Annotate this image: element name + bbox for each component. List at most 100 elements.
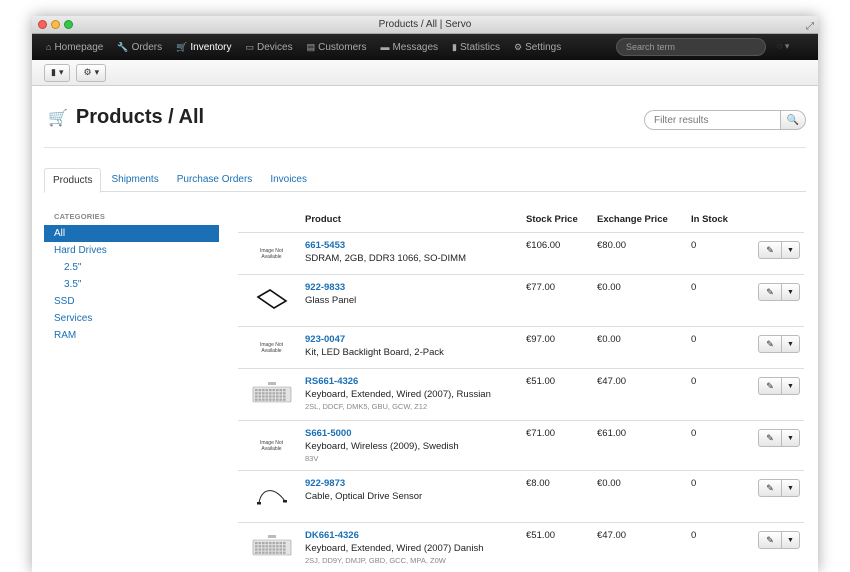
window-controls: [38, 20, 73, 29]
row-actions-cell: ✎ ▼: [753, 421, 804, 470]
nav-item-label: Settings: [525, 41, 562, 53]
gear-icon: ⚙: [514, 41, 523, 52]
close-window-button[interactable]: [38, 20, 47, 29]
product-sku-link[interactable]: 922-9873: [305, 477, 526, 490]
tab-shipments[interactable]: Shipments: [103, 168, 166, 191]
window-title: Products / All | Servo: [378, 19, 472, 30]
column-header-stock-price: Stock Price: [526, 214, 578, 225]
edit-product-button[interactable]: ✎: [758, 377, 782, 395]
product-description: Kit, LED Backlight Board, 2-Pack: [305, 347, 444, 358]
categories-header: CATEGORIES: [54, 212, 106, 221]
stock-price: €77.00: [526, 282, 556, 293]
product-sku-link[interactable]: 661-5453: [305, 239, 526, 252]
nav-item-label: Customers: [318, 41, 367, 53]
category-item[interactable]: 2.5": [44, 259, 219, 276]
table-row: Image Not Available 661-5453 SDRAM, 2GB, D…: [238, 233, 804, 275]
row-actions-dropdown-button[interactable]: ▼: [782, 479, 800, 497]
table-body: Image Not Available 661-5453 SDRAM, 2GB, D…: [238, 233, 804, 572]
tab-invoices[interactable]: Invoices: [262, 168, 315, 191]
product-sku-link[interactable]: 923-0047: [305, 333, 526, 346]
row-actions-dropdown-button[interactable]: ▼: [782, 429, 800, 447]
nav-item-inventory[interactable]: 🛒 Inventory: [176, 42, 231, 53]
row-actions-dropdown-button[interactable]: ▼: [782, 283, 800, 301]
in-stock-count: 0: [691, 478, 697, 489]
row-actions: ✎ ▼: [758, 335, 800, 353]
nav-item-homepage[interactable]: ⌂ Homepage: [46, 42, 103, 53]
global-search-input[interactable]: [616, 38, 766, 56]
exchange-price: €47.00: [597, 530, 627, 541]
filter-results-input[interactable]: [644, 110, 780, 130]
row-actions-dropdown-button[interactable]: ▼: [782, 241, 800, 259]
edit-product-button[interactable]: ✎: [758, 335, 782, 353]
product-sku-link[interactable]: RS661-4326: [305, 375, 526, 388]
row-actions-dropdown-button[interactable]: ▼: [782, 531, 800, 549]
table-row: Image Not Available 923-0047 Kit, LED Back…: [238, 327, 804, 369]
book-icon: ▤: [306, 41, 316, 52]
user-menu-icon[interactable]: ◌ ▾: [777, 41, 789, 52]
tab-purchase-orders[interactable]: Purchase Orders: [169, 168, 261, 191]
zoom-window-button[interactable]: [64, 20, 73, 29]
nav-item-customers[interactable]: ▤ Customers: [307, 42, 367, 53]
row-actions-cell: ✎ ▼: [753, 523, 804, 572]
edit-product-button[interactable]: ✎: [758, 241, 782, 259]
settings-dropdown-button[interactable]: ⚙ ▾: [76, 63, 107, 82]
category-item[interactable]: SSD: [44, 293, 219, 310]
edit-product-button[interactable]: ✎: [758, 283, 782, 301]
edit-product-button[interactable]: ✎: [758, 479, 782, 497]
nav-items: ⌂ Homepage 🔧 Orders 🛒 Inventory ▭ Devices ▤ Custo…: [46, 42, 575, 53]
toolbar: ▮ ▾ ⚙ ▾: [32, 60, 818, 86]
caret-down-icon: ▾: [94, 67, 100, 77]
pencil-icon: ✎: [766, 534, 774, 545]
nav-item-label: Inventory: [190, 41, 232, 53]
product-cell: RS661-4326 Keyboard, Extended, Wired (200…: [305, 369, 526, 420]
nav-item-settings[interactable]: ⚙ Settings: [514, 42, 561, 53]
page-title-text: Products / All: [75, 106, 205, 128]
minimize-window-button[interactable]: [51, 20, 60, 29]
new-document-button[interactable]: ▮ ▾: [44, 63, 71, 82]
gear-icon: ⚙: [83, 67, 92, 77]
product-sku-link[interactable]: 922-9833: [305, 281, 526, 294]
product-sku-link[interactable]: DK661-4326: [305, 529, 526, 542]
nav-item-label: Statistics: [460, 41, 501, 53]
table-row: Image Not Available S661-5000 Keyboard, Wi…: [238, 421, 804, 471]
stock-price: €8.00: [526, 478, 550, 489]
laptop-icon: ▭: [245, 41, 255, 52]
product-description: SDRAM, 2GB, DDR3 1066, SO-DIMM: [305, 253, 467, 264]
category-item[interactable]: Services: [44, 310, 219, 327]
row-actions-dropdown-button[interactable]: ▼: [782, 377, 800, 395]
product-cell: DK661-4326 Keyboard, Extended, Wired (200…: [305, 523, 526, 572]
edit-product-button[interactable]: ✎: [758, 429, 782, 447]
nav-item-label: Messages: [392, 41, 439, 53]
nav-item-label: Orders: [131, 41, 163, 53]
category-item[interactable]: 3.5": [44, 276, 219, 293]
main-navbar: ⌂ Homepage 🔧 Orders 🛒 Inventory ▭ Devices ▤ Custo…: [32, 34, 818, 60]
edit-product-button[interactable]: ✎: [758, 531, 782, 549]
row-actions: ✎ ▼: [758, 429, 800, 447]
filter-form: 🔍: [644, 110, 806, 130]
exchange-price: €0.00: [597, 478, 621, 489]
keyboard-thumbnail: [252, 532, 292, 563]
keyboard-thumbnail: [252, 379, 292, 410]
category-item[interactable]: RAM: [44, 327, 219, 344]
caret-down-icon: ▼: [787, 536, 794, 544]
category-item[interactable]: Hard Drives: [44, 242, 219, 259]
product-cell: 923-0047 Kit, LED Backlight Board, 2-Pack: [305, 327, 526, 368]
exchange-price: €0.00: [597, 334, 621, 345]
nav-item-messages[interactable]: ▬ Messages: [380, 42, 438, 53]
stock-price: €51.00: [526, 530, 556, 541]
exchange-price: €47.00: [597, 376, 627, 387]
nav-item-devices[interactable]: ▭ Devices: [246, 42, 293, 53]
caret-down-icon: ▼: [787, 246, 794, 254]
row-actions-dropdown-button[interactable]: ▼: [782, 335, 800, 353]
tab-products[interactable]: Products: [44, 168, 102, 193]
product-sku-link[interactable]: S661-5000: [305, 427, 526, 440]
product-image-cell: Image Not Available: [238, 327, 305, 368]
exchange-price: €61.00: [597, 428, 627, 439]
category-item[interactable]: All: [44, 225, 219, 242]
pencil-icon: ✎: [766, 482, 774, 493]
product-compatibility-codes: 83V: [305, 454, 319, 463]
nav-item-label: Devices: [257, 41, 293, 53]
filter-search-button[interactable]: 🔍: [780, 110, 806, 130]
nav-item-statistics[interactable]: ▮ Statistics: [452, 42, 500, 53]
nav-item-orders[interactable]: 🔧 Orders: [117, 42, 162, 53]
